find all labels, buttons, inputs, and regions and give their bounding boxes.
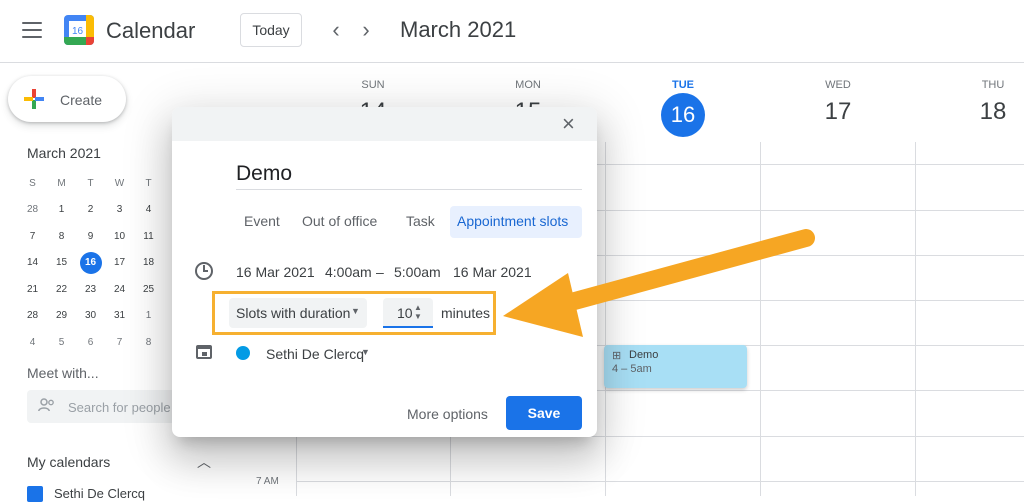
annotation-arrow-icon [503, 229, 815, 337]
